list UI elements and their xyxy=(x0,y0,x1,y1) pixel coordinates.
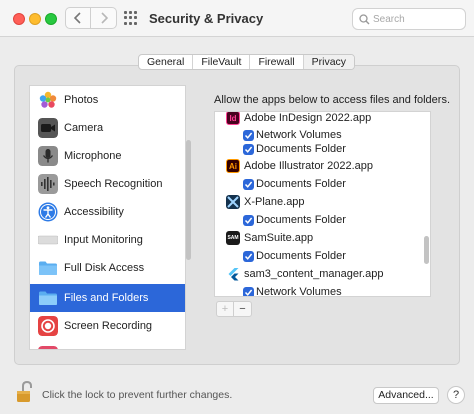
tab-general[interactable]: General xyxy=(139,55,194,69)
app-name: SamSuite.app xyxy=(244,232,314,244)
accessibility-icon xyxy=(38,202,58,222)
sidebar-item-speech-recognition[interactable]: Speech Recognition xyxy=(30,170,185,198)
app-list[interactable]: Id Adobe InDesign 2022.app Network Volum… xyxy=(214,111,431,297)
sidebar-item-label: Accessibility xyxy=(64,206,124,218)
permission-row[interactable]: Documents Folder xyxy=(215,211,420,229)
permission-row[interactable]: Documents Folder xyxy=(215,175,420,193)
sidebar-item-label: Input Monitoring xyxy=(64,234,143,246)
sidebar-item-screen-recording[interactable]: Screen Recording xyxy=(30,312,185,340)
show-all-grid-icon[interactable] xyxy=(124,11,138,25)
keyboard-icon xyxy=(38,235,58,245)
flutter-icon xyxy=(228,268,239,281)
illustrator-icon: Ai xyxy=(226,159,240,173)
title-bar: Security & Privacy xyxy=(0,0,474,37)
checkmark-icon xyxy=(244,146,253,153)
checkmark-icon xyxy=(244,253,253,260)
permission-checkbox[interactable] xyxy=(243,129,254,141)
app-row-sam3-content-manager[interactable]: sam3_content_manager.app xyxy=(215,265,420,283)
window-title: Security & Privacy xyxy=(149,11,264,26)
permission-label: Documents Folder xyxy=(256,214,346,226)
sidebar-item-photos[interactable]: Photos xyxy=(30,86,185,114)
permission-checkbox[interactable] xyxy=(243,143,254,155)
permission-checkbox[interactable] xyxy=(243,286,254,296)
privacy-sidebar[interactable]: Photos Camera Microphone Speech Recognit… xyxy=(29,85,186,350)
tab-firewall[interactable]: Firewall xyxy=(250,55,304,69)
permission-label: Documents Folder xyxy=(256,250,346,262)
xplane-icon xyxy=(226,195,240,209)
permission-row[interactable]: Network Volumes xyxy=(215,283,420,297)
advanced-button[interactable]: Advanced... xyxy=(373,387,439,404)
permission-label: Network Volumes xyxy=(256,286,342,297)
speech-recognition-icon xyxy=(38,174,58,194)
remove-app-button[interactable]: − xyxy=(234,302,251,316)
search-icon xyxy=(359,14,370,25)
sidebar-item-accessibility[interactable]: Accessibility xyxy=(30,198,185,226)
add-app-button[interactable]: + xyxy=(217,302,234,316)
close-window-button[interactable] xyxy=(13,13,25,25)
lock-message: Click the lock to prevent further change… xyxy=(42,389,233,401)
zoom-window-button[interactable] xyxy=(45,13,57,25)
search-input[interactable] xyxy=(373,12,461,27)
folder-icon xyxy=(39,261,57,275)
tab-bar: General FileVault Firewall Privacy xyxy=(138,54,356,70)
sidebar-item-files-and-folders[interactable]: Files and Folders xyxy=(30,284,185,312)
sidebar-item-label: Photos xyxy=(64,94,99,106)
checkmark-icon xyxy=(244,181,253,188)
chevron-left-icon xyxy=(74,12,81,24)
sidebar-item-partial[interactable] xyxy=(30,342,185,349)
lock-open-icon[interactable] xyxy=(15,380,35,404)
permission-checkbox[interactable] xyxy=(243,178,254,190)
sidebar-item-label: Microphone xyxy=(64,150,122,162)
permission-row[interactable]: Documents Folder xyxy=(215,247,420,265)
app-name: sam3_content_manager.app xyxy=(244,268,384,280)
app-row-illustrator[interactable]: Ai Adobe Illustrator 2022.app xyxy=(215,157,420,175)
sidebar-item-microphone[interactable]: Microphone xyxy=(30,142,185,170)
sidebar-item-label: Camera xyxy=(64,122,104,134)
camera-icon xyxy=(38,118,58,138)
permission-checkbox[interactable] xyxy=(243,214,254,226)
permission-label: Documents Folder xyxy=(256,178,346,190)
search-field[interactable] xyxy=(352,8,466,30)
microphone-icon xyxy=(38,146,58,166)
sidebar-item-label: Full Disk Access xyxy=(64,262,145,274)
permission-label: Documents Folder xyxy=(256,143,346,155)
sidebar-item-input-monitoring[interactable]: Input Monitoring xyxy=(30,226,185,254)
indesign-icon: Id xyxy=(226,112,240,125)
sidebar-scrollbar[interactable] xyxy=(186,140,191,260)
permission-checkbox[interactable] xyxy=(243,250,254,262)
add-remove-control: + − xyxy=(216,301,252,317)
sidebar-item-full-disk-access[interactable]: Full Disk Access xyxy=(30,254,185,282)
folder-icon xyxy=(39,291,57,305)
app-row-indesign[interactable]: Id Adobe InDesign 2022.app xyxy=(215,112,420,127)
checkmark-icon xyxy=(244,289,253,296)
checkmark-icon xyxy=(244,132,253,139)
chevron-right-icon xyxy=(100,12,108,24)
app-name: X-Plane.app xyxy=(244,196,305,208)
sidebar-item-label: Files and Folders xyxy=(64,292,149,304)
app-row-samsuite[interactable]: SAM SamSuite.app xyxy=(215,229,420,247)
minimize-window-button[interactable] xyxy=(29,13,41,25)
app-row-xplane[interactable]: X-Plane.app xyxy=(215,193,420,211)
photos-icon xyxy=(39,91,57,108)
sidebar-item-label: Screen Recording xyxy=(64,320,153,332)
samsuite-icon: SAM xyxy=(226,231,240,245)
app-name: Adobe Illustrator 2022.app xyxy=(244,160,374,172)
partial-icon xyxy=(38,346,58,349)
app-name: Adobe InDesign 2022.app xyxy=(244,112,372,124)
panel-description: Allow the apps below to access files and… xyxy=(214,94,451,106)
back-button[interactable] xyxy=(65,7,91,29)
app-list-scrollbar[interactable] xyxy=(424,236,429,264)
help-button[interactable]: ? xyxy=(447,386,465,404)
forward-button[interactable] xyxy=(91,7,117,29)
sidebar-item-label: Speech Recognition xyxy=(64,178,163,190)
tab-filevault[interactable]: FileVault xyxy=(193,55,251,69)
tab-privacy[interactable]: Privacy xyxy=(303,55,355,69)
screen-recording-icon xyxy=(38,316,58,336)
checkmark-icon xyxy=(244,217,253,224)
sidebar-item-camera[interactable]: Camera xyxy=(30,114,185,142)
permission-row[interactable]: Documents Folder xyxy=(215,140,420,158)
